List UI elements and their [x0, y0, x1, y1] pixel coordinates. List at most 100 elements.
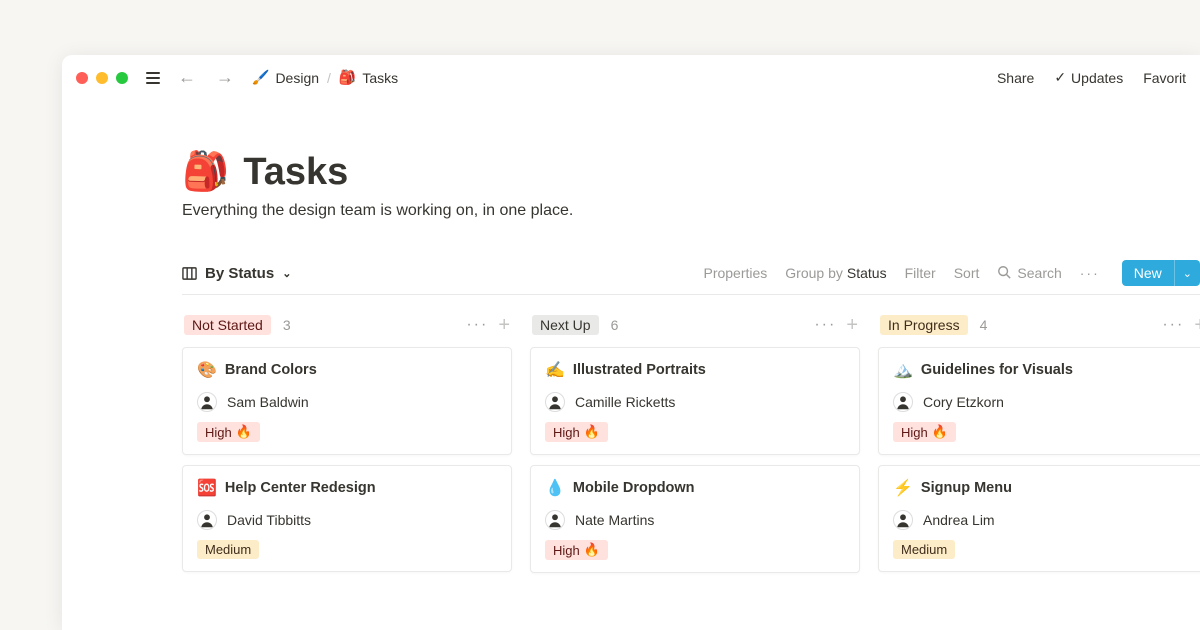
task-card[interactable]: 🆘 Help Center Redesign David Tibbitts Mediu… [182, 465, 512, 572]
new-button-group: New ⌄ [1122, 260, 1200, 286]
page-description[interactable]: Everything the design team is working on… [182, 202, 1200, 220]
priority-label: High [553, 425, 580, 440]
maximize-window-button[interactable] [116, 72, 128, 84]
checkmark-icon: ✓ [1054, 69, 1066, 86]
assignee-name: Sam Baldwin [227, 394, 309, 410]
view-bar: By Status ⌄ Properties Group by Status F… [182, 260, 1200, 295]
filter-button[interactable]: Filter [905, 265, 936, 281]
board-column: Next Up6···+✍️Illustrated PortraitsCamil… [530, 309, 860, 583]
card-title: 🆘 Help Center Redesign [197, 478, 497, 498]
priority-tag: High 🔥 [197, 422, 260, 442]
priority-tag: Medium [197, 540, 259, 559]
priority-tag: High 🔥 [545, 422, 608, 442]
avatar-icon [197, 392, 217, 412]
view-actions: Properties Group by Status Filter Sort S… [703, 260, 1200, 286]
column-count: 4 [980, 317, 988, 333]
page-content: 🎒 Tasks Everything the design team is wo… [62, 100, 1200, 583]
assignee-name: Nate Martins [575, 512, 654, 528]
page-icon[interactable]: 🎒 [182, 150, 229, 194]
task-card[interactable]: ✍️ Illustrated Portraits Camille Ricketts H… [530, 347, 860, 455]
priority-label: High [901, 425, 928, 440]
column-label[interactable]: Next Up [532, 315, 599, 335]
column-more-button[interactable]: ··· [466, 316, 488, 334]
fire-icon: 🔥 [236, 424, 252, 440]
card-assignee: Sam Baldwin [197, 392, 497, 412]
card-assignee: Cory Etzkorn [893, 392, 1193, 412]
card-title: ⚡Signup Menu [893, 478, 1193, 498]
task-card[interactable]: 🎨Brand ColorsSam BaldwinHigh 🔥 [182, 347, 512, 455]
breadcrumb-label: Design [275, 70, 319, 86]
chevron-down-icon: ⌄ [1183, 267, 1192, 280]
card-assignee: David Tibbitts [197, 510, 497, 530]
view-selector[interactable]: By Status ⌄ [182, 265, 291, 282]
task-card[interactable]: ⚡Signup MenuAndrea LimMedium [878, 465, 1200, 572]
sidebar-toggle-icon[interactable] [146, 72, 160, 84]
column-label[interactable]: In Progress [880, 315, 968, 335]
card-title-text: Brand Colors [225, 362, 317, 378]
card-icon: 🏔️ [893, 360, 913, 380]
breadcrumb-separator: / [327, 70, 331, 86]
card-icon: ✍️ [545, 360, 565, 380]
column-add-button[interactable]: + [846, 315, 858, 335]
titlebar-actions: Share ✓ Updates Favorit [997, 69, 1186, 86]
card-icon: 🆘 [197, 478, 217, 498]
group-by-button[interactable]: Group by Status [785, 265, 886, 281]
breadcrumb-item-tasks[interactable]: 🎒 Tasks [339, 69, 398, 86]
search-button[interactable]: Search [997, 265, 1061, 282]
fire-icon: 🔥 [932, 424, 948, 440]
assignee-name: Camille Ricketts [575, 394, 675, 410]
new-button[interactable]: New [1122, 260, 1174, 286]
paintbrush-icon: 🖌️ [252, 69, 269, 86]
priority-label: High [205, 425, 232, 440]
avatar-icon [545, 510, 565, 530]
column-header: Next Up6···+ [530, 309, 860, 347]
updates-button[interactable]: ✓ Updates [1054, 69, 1123, 86]
sort-button[interactable]: Sort [954, 265, 980, 281]
board-column: In Progress4···+🏔️Guidelines for Visuals… [878, 309, 1200, 583]
breadcrumb-item-design[interactable]: 🖌️ Design [252, 69, 319, 86]
task-card[interactable]: 💧Mobile DropdownNate MartinsHigh 🔥 [530, 465, 860, 573]
board-column: Not Started3···+🎨Brand ColorsSam Baldwin… [182, 309, 512, 583]
column-header: In Progress 4 ··· + [878, 309, 1200, 347]
board-icon [182, 266, 197, 281]
column-add-button[interactable]: + [498, 315, 510, 335]
nav-back-button[interactable]: ← [172, 63, 202, 92]
backpack-icon: 🎒 [339, 69, 356, 86]
column-header: Not Started 3 ··· + [182, 309, 512, 347]
priority-label: Medium [205, 542, 251, 557]
column-more-button[interactable]: ··· [1162, 316, 1184, 334]
priority-tag: Medium [893, 540, 955, 559]
share-button[interactable]: Share [997, 70, 1034, 86]
search-label: Search [1017, 265, 1061, 281]
nav-forward-button[interactable]: → [210, 63, 240, 92]
traffic-lights [76, 72, 128, 84]
close-window-button[interactable] [76, 72, 88, 84]
priority-tag: High 🔥 [893, 422, 956, 442]
priority-label: Medium [901, 542, 947, 557]
column-add-button[interactable]: + [1194, 315, 1200, 335]
card-title-text: Illustrated Portraits [573, 362, 706, 378]
properties-button[interactable]: Properties [703, 265, 767, 281]
view-name: By Status [205, 265, 274, 282]
new-dropdown-button[interactable]: ⌄ [1174, 260, 1200, 286]
priority-label: High [553, 543, 580, 558]
card-assignee: Nate Martins [545, 510, 845, 530]
breadcrumb-label: Tasks [362, 70, 398, 86]
column-count: 3 [283, 317, 291, 333]
page-title-text[interactable]: Tasks [243, 151, 348, 194]
titlebar: ← → 🖌️ Design / 🎒 Tasks Share ✓ Updates … [62, 55, 1200, 100]
avatar-icon [893, 392, 913, 412]
task-card[interactable]: 🏔️Guidelines for VisualsCory EtzkornHigh… [878, 347, 1200, 455]
avatar-icon [197, 510, 217, 530]
minimize-window-button[interactable] [96, 72, 108, 84]
favorite-button[interactable]: Favorit [1143, 70, 1186, 86]
more-options-button[interactable]: ··· [1080, 265, 1100, 281]
column-label[interactable]: Not Started [184, 315, 271, 335]
avatar-icon [893, 510, 913, 530]
column-more-button[interactable]: ··· [814, 316, 836, 334]
page-title: 🎒 Tasks [182, 150, 1200, 194]
updates-label: Updates [1071, 70, 1123, 86]
card-title-text: Help Center Redesign [225, 480, 376, 496]
priority-tag: High 🔥 [545, 540, 608, 560]
card-title-text: Mobile Dropdown [573, 480, 695, 496]
